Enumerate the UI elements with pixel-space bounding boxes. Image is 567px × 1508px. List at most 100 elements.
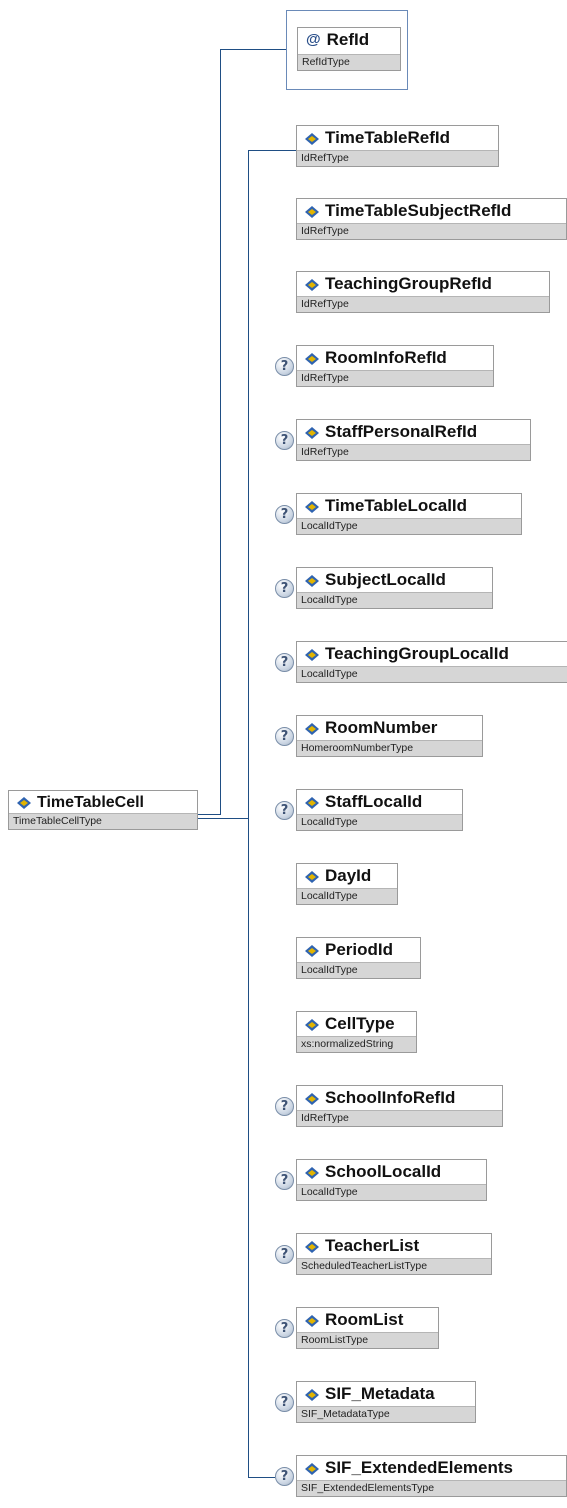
schema-diagram: TimeTableCell TimeTableCellType @ RefId R…: [0, 0, 567, 1508]
element-roomlist[interactable]: RoomList RoomListType: [296, 1307, 439, 1349]
connector: [220, 49, 221, 815]
optional-help-icon: ?: [275, 357, 294, 376]
optional-help-icon: ?: [275, 1319, 294, 1338]
connector: [248, 150, 249, 1477]
element-name: CellType: [325, 1014, 395, 1033]
element-name: TeachingGroupLocalId: [325, 644, 509, 663]
connector: [248, 150, 296, 151]
element-name: TimeTableSubjectRefId: [325, 201, 512, 220]
element-type: LocalIdType: [297, 1184, 486, 1200]
element-type: SIF_ExtendedElementsType: [297, 1480, 566, 1496]
element-icon: [305, 500, 319, 513]
element-type: SIF_MetadataType: [297, 1406, 475, 1422]
optional-help-icon: ?: [275, 579, 294, 598]
element-name: PeriodId: [325, 940, 394, 959]
element-periodid[interactable]: PeriodId LocalIdType: [296, 937, 421, 979]
element-timetablelocalid[interactable]: TimeTableLocalId LocalIdType: [296, 493, 522, 535]
element-icon: [305, 870, 319, 883]
element-subjectlocalid[interactable]: SubjectLocalId LocalIdType: [296, 567, 493, 609]
element-name: RoomInfoRefId: [325, 348, 447, 367]
element-icon: [305, 1166, 319, 1179]
element-name: SIF_ExtendedElements: [325, 1458, 514, 1477]
optional-help-icon: ?: [275, 1393, 294, 1412]
element-name: SIF_Metadata: [325, 1384, 435, 1403]
element-icon: [305, 426, 319, 439]
element-icon: [305, 1462, 319, 1475]
element-icon: [305, 944, 319, 957]
element-icon: [17, 796, 31, 809]
element-name: TimeTableRefId: [325, 128, 451, 147]
element-roominforefid[interactable]: RoomInfoRefId IdRefType: [296, 345, 494, 387]
element-icon: [305, 648, 319, 661]
element-teachinggrouprefid[interactable]: TeachingGroupRefId IdRefType: [296, 271, 550, 313]
element-icon: [305, 1092, 319, 1105]
attribute-box: @ RefId RefIdType: [297, 27, 401, 71]
optional-help-icon: ?: [275, 505, 294, 524]
element-type: IdRefType: [297, 1110, 502, 1126]
element-celltype[interactable]: CellType xs:normalizedString: [296, 1011, 417, 1053]
optional-help-icon: ?: [275, 431, 294, 450]
element-timetablesubjectrefid[interactable]: TimeTableSubjectRefId IdRefType: [296, 198, 567, 240]
element-icon: [305, 1314, 319, 1327]
element-type: xs:normalizedString: [297, 1036, 416, 1052]
optional-help-icon: ?: [275, 801, 294, 820]
element-type: HomeroomNumberType: [297, 740, 482, 756]
element-type: IdRefType: [297, 370, 493, 386]
element-icon: [305, 1018, 319, 1031]
connector: [198, 818, 248, 819]
element-schoolinforefid[interactable]: SchoolInfoRefId IdRefType: [296, 1085, 503, 1127]
element-name: SchoolLocalId: [325, 1162, 442, 1181]
element-type: IdRefType: [297, 150, 498, 166]
element-sif-metadata[interactable]: SIF_Metadata SIF_MetadataType: [296, 1381, 476, 1423]
element-name: StaffPersonalRefId: [325, 422, 478, 441]
root-element[interactable]: TimeTableCell TimeTableCellType: [8, 790, 198, 830]
element-staffpersonalrefid[interactable]: StaffPersonalRefId IdRefType: [296, 419, 531, 461]
element-type: LocalIdType: [297, 888, 397, 904]
element-type: IdRefType: [297, 296, 549, 312]
root-element-type: TimeTableCellType: [9, 813, 197, 829]
element-name: SchoolInfoRefId: [325, 1088, 456, 1107]
root-element-name: TimeTableCell: [37, 794, 144, 811]
connector: [248, 1477, 275, 1478]
element-name: TeacherList: [325, 1236, 420, 1255]
element-sif-extendedelements[interactable]: SIF_ExtendedElements SIF_ExtendedElements…: [296, 1455, 567, 1497]
attribute-refid[interactable]: @ RefId RefIdType: [286, 10, 408, 90]
element-icon: [305, 205, 319, 218]
optional-help-icon: ?: [275, 1097, 294, 1116]
optional-help-icon: ?: [275, 653, 294, 672]
element-name: RoomList: [325, 1310, 404, 1329]
element-type: LocalIdType: [297, 592, 492, 608]
element-type: LocalIdType: [297, 518, 521, 534]
element-type: RoomListType: [297, 1332, 438, 1348]
element-name: StaffLocalId: [325, 792, 423, 811]
connector: [220, 49, 286, 50]
optional-help-icon: ?: [275, 727, 294, 746]
element-name: DayId: [325, 866, 372, 885]
element-icon: [305, 796, 319, 809]
element-timetablerefid[interactable]: TimeTableRefId IdRefType: [296, 125, 499, 167]
connector: [198, 814, 220, 815]
optional-help-icon: ?: [275, 1245, 294, 1264]
element-roomnumber[interactable]: RoomNumber HomeroomNumberType: [296, 715, 483, 757]
element-teachinggrouplocalid[interactable]: TeachingGroupLocalId LocalIdType: [296, 641, 567, 683]
element-icon: [305, 1388, 319, 1401]
optional-help-icon: ?: [275, 1171, 294, 1190]
element-schoollocalid[interactable]: SchoolLocalId LocalIdType: [296, 1159, 487, 1201]
attribute-icon: @: [306, 31, 321, 48]
element-type: ScheduledTeacherListType: [297, 1258, 491, 1274]
element-name: RoomNumber: [325, 718, 438, 737]
element-teacherlist[interactable]: TeacherList ScheduledTeacherListType: [296, 1233, 492, 1275]
attribute-type: RefIdType: [298, 54, 400, 70]
element-icon: [305, 574, 319, 587]
attribute-name: RefId: [326, 30, 370, 49]
element-icon: [305, 1240, 319, 1253]
element-type: IdRefType: [297, 223, 566, 239]
element-type: LocalIdType: [297, 962, 420, 978]
element-stafflocalid[interactable]: StaffLocalId LocalIdType: [296, 789, 463, 831]
optional-help-icon: ?: [275, 1467, 294, 1486]
element-icon: [305, 132, 319, 145]
element-dayid[interactable]: DayId LocalIdType: [296, 863, 398, 905]
element-icon: [305, 352, 319, 365]
element-type: LocalIdType: [297, 666, 567, 682]
element-icon: [305, 722, 319, 735]
